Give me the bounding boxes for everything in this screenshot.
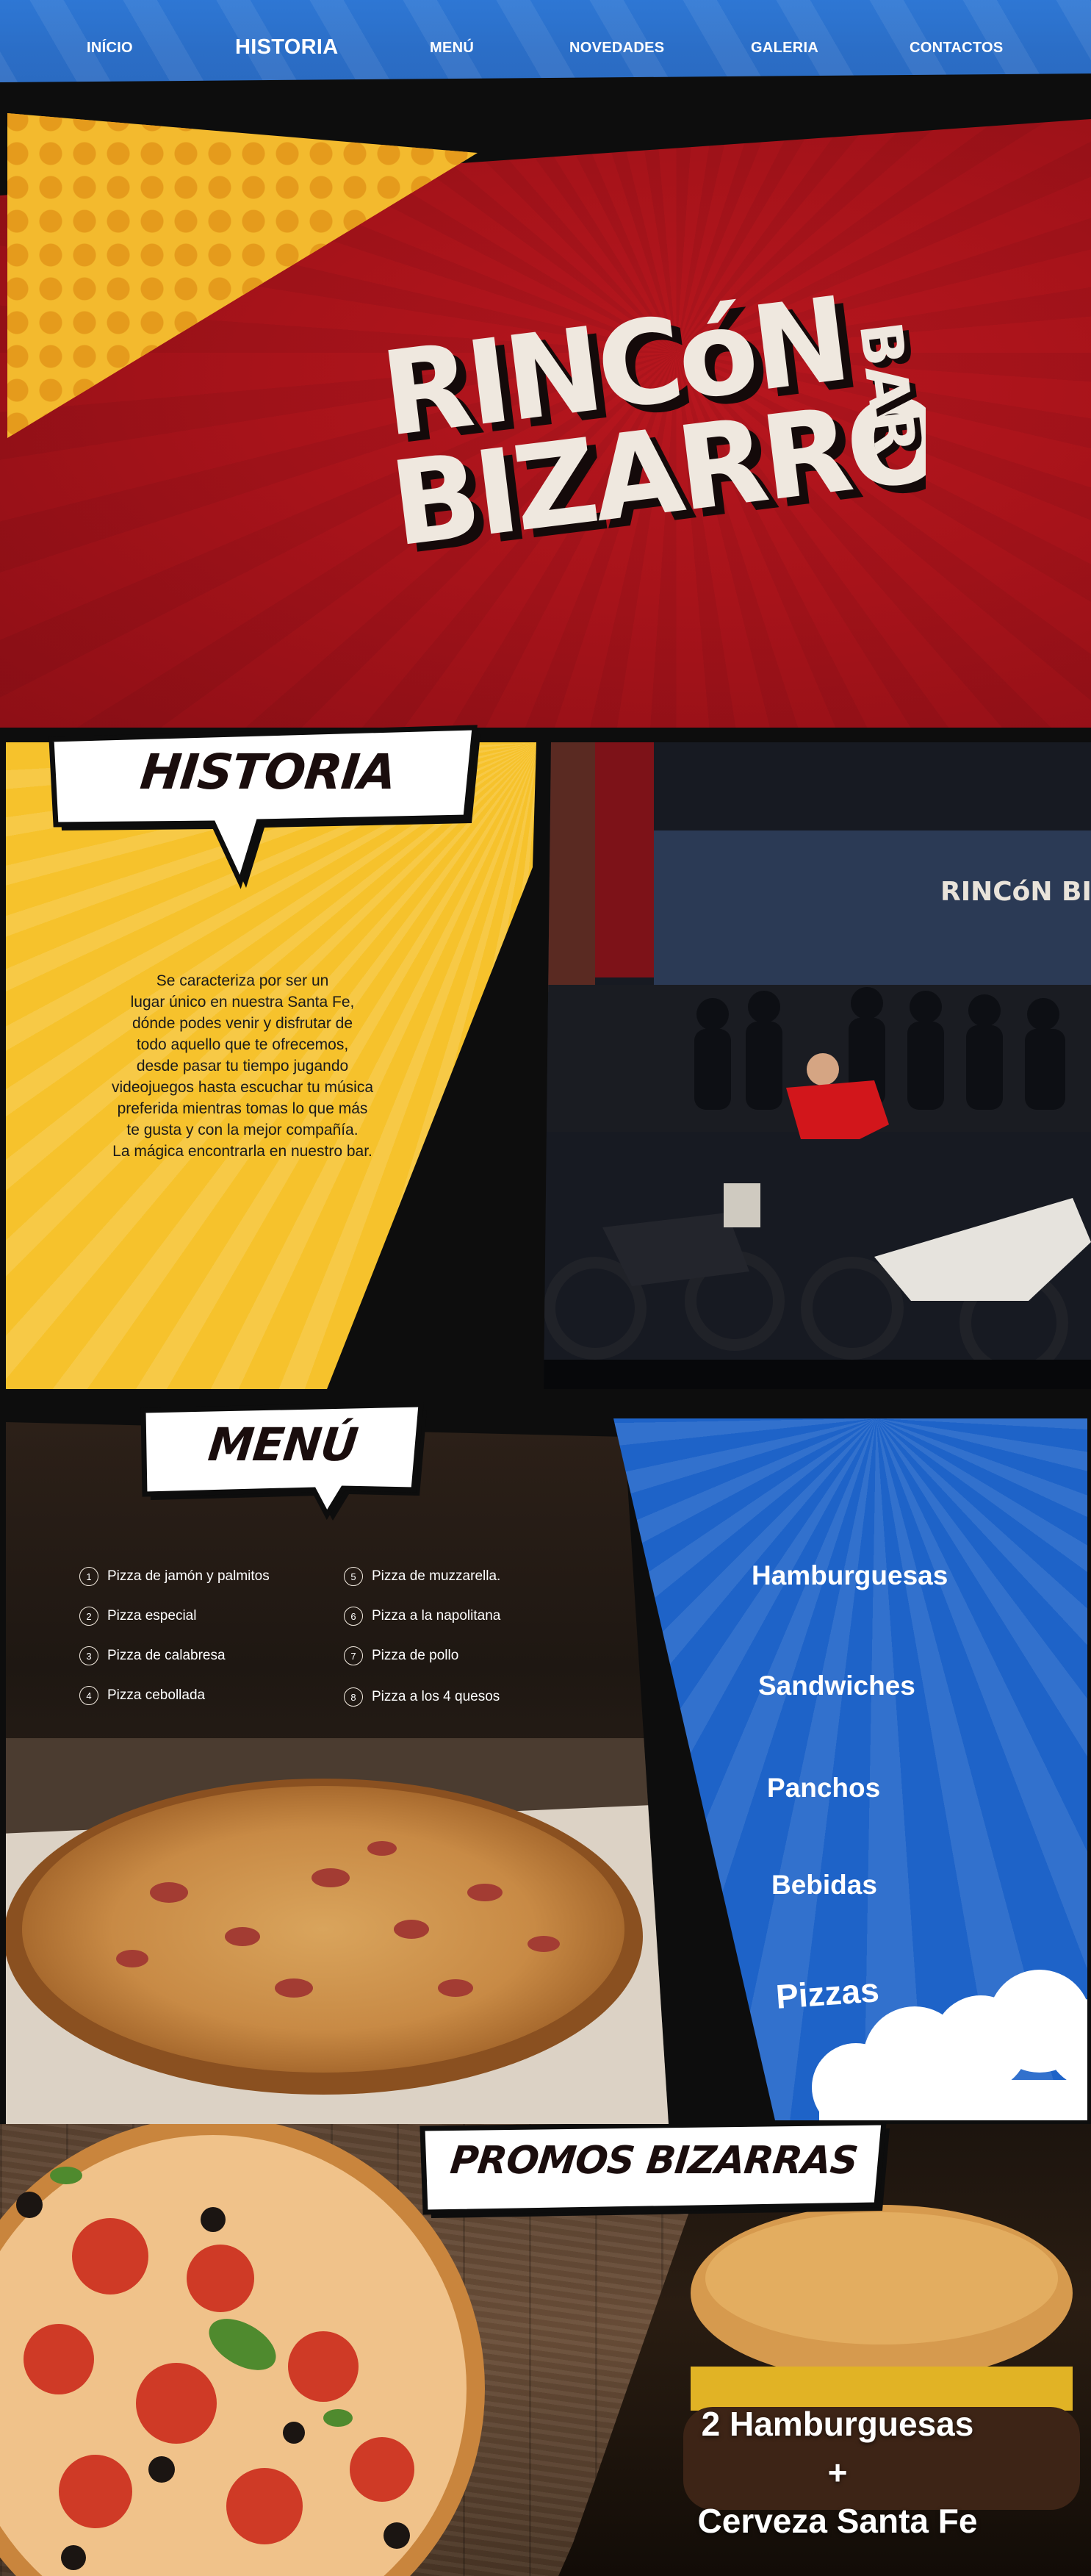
photo-sign-text: RINCóN BIZARRO — [940, 877, 1091, 907]
menu-categories-panel: Hamburguesas Sandwiches Panchos Bebidas … — [613, 1418, 1087, 2120]
historia-text: Se caracteriza por ser un lugar único en… — [70, 970, 415, 1162]
nav-item-galeria[interactable]: GALERIA — [751, 40, 818, 57]
category-hamburguesas[interactable]: Hamburguesas — [752, 1560, 948, 1591]
promos-section: 2 Hamburguesas + Cerveza Santa Fe PROMOS… — [0, 2124, 1091, 2576]
promo-line: + — [827, 2453, 848, 2491]
historia-line: Se caracteriza por ser un — [156, 972, 329, 989]
pizza-name: Pizza a los 4 quesos — [372, 1689, 500, 1704]
historia-line: todo aquello que te ofrecemos, — [136, 1036, 349, 1053]
list-item: 8 Pizza a los 4 quesos — [344, 1687, 500, 1707]
historia-title: HISTORIA — [137, 744, 399, 800]
historia-line: te gusta y con la mejor compañía. — [126, 1122, 359, 1138]
list-item: 5 Pizza de muzzarella. — [344, 1567, 500, 1586]
item-number: 7 — [344, 1646, 363, 1665]
promos-title: PROMOS BIZARRAS — [448, 2139, 860, 2183]
category-panchos[interactable]: Panchos — [767, 1773, 880, 1804]
historia-section: Se caracteriza por ser un lugar único en… — [0, 725, 1091, 1389]
historia-line: videojuegos hasta escuchar tu música — [111, 1079, 374, 1096]
nav-item-historia[interactable]: HISTORIA — [235, 35, 338, 60]
item-number: 3 — [79, 1646, 98, 1665]
nav-item-inicio[interactable]: INÍCIO — [87, 40, 133, 57]
bar-crowd-photo: RINCóN BIZARRO — [544, 742, 1091, 1389]
list-item: 2 Pizza especial — [79, 1607, 196, 1626]
list-item: 1 Pizza de jamón y palmitos — [79, 1567, 270, 1586]
pizza-name: Pizza de muzzarella. — [372, 1568, 501, 1584]
menu-pizza-panel: 1 Pizza de jamón y palmitos 2 Pizza espe… — [6, 1422, 669, 2124]
historia-line: La mágica encontrarla en nuestro bar. — [112, 1143, 372, 1160]
pizza-name: Pizza de calabresa — [107, 1648, 226, 1663]
historia-line: lugar único en nuestra Santa Fe, — [130, 994, 355, 1011]
promo-line: Cerveza Santa Fe — [697, 2502, 978, 2540]
list-item: 6 Pizza a la napolitana — [344, 1607, 500, 1626]
item-number: 2 — [79, 1607, 98, 1626]
pizza-name: Pizza cebollada — [107, 1687, 206, 1703]
pizza-name: Pizza de pollo — [372, 1648, 459, 1663]
category-bebidas[interactable]: Bebidas — [771, 1870, 877, 1901]
list-item: 7 Pizza de pollo — [344, 1646, 458, 1665]
pizza-name: Pizza especial — [107, 1608, 197, 1624]
menu-title: MENÚ — [206, 1418, 360, 1471]
rincon-bizarro-logo: RINCóN BIZARRO RINCóN BIZARRO BAR BAR — [375, 268, 958, 581]
pizza-name: Pizza a la napolitana — [372, 1608, 501, 1624]
item-number: 8 — [344, 1687, 363, 1707]
cloud-decoration — [812, 1970, 1087, 2120]
historia-line: dónde podes venir y disfrutar de — [132, 1015, 353, 1032]
item-number: 5 — [344, 1567, 363, 1586]
nav-item-menu[interactable]: MENÚ — [430, 40, 474, 57]
historia-line: preferida mientras tomas lo que más — [117, 1100, 368, 1117]
promo-line: 2 Hamburguesas — [701, 2405, 974, 2443]
item-number: 1 — [79, 1567, 98, 1586]
nav-item-novedades[interactable]: NOVEDADES — [569, 40, 664, 57]
pizza-name: Pizza de jamón y palmitos — [107, 1568, 270, 1584]
menu-section: 1 Pizza de jamón y palmitos 2 Pizza espe… — [0, 1389, 1091, 2124]
item-number: 4 — [79, 1686, 98, 1705]
promo-offer-text: 2 Hamburguesas + Cerveza Santa Fe — [639, 2400, 1036, 2545]
list-item: 3 Pizza de calabresa — [79, 1646, 226, 1665]
nav-item-contactos[interactable]: CONTACTOS — [910, 40, 1004, 57]
historia-line: desde pasar tu tiempo jugando — [136, 1058, 349, 1074]
item-number: 6 — [344, 1607, 363, 1626]
category-sandwiches[interactable]: Sandwiches — [758, 1671, 915, 1701]
list-item: 4 Pizza cebollada — [79, 1686, 205, 1705]
hero-section: RINCóN BIZARRO RINCóN BIZARRO BAR BAR — [0, 103, 1091, 728]
pizza-photo — [6, 1738, 669, 2124]
top-navigation: INÍCIO HISTORIA MENÚ NOVEDADES GALERIA C… — [0, 0, 1091, 82]
